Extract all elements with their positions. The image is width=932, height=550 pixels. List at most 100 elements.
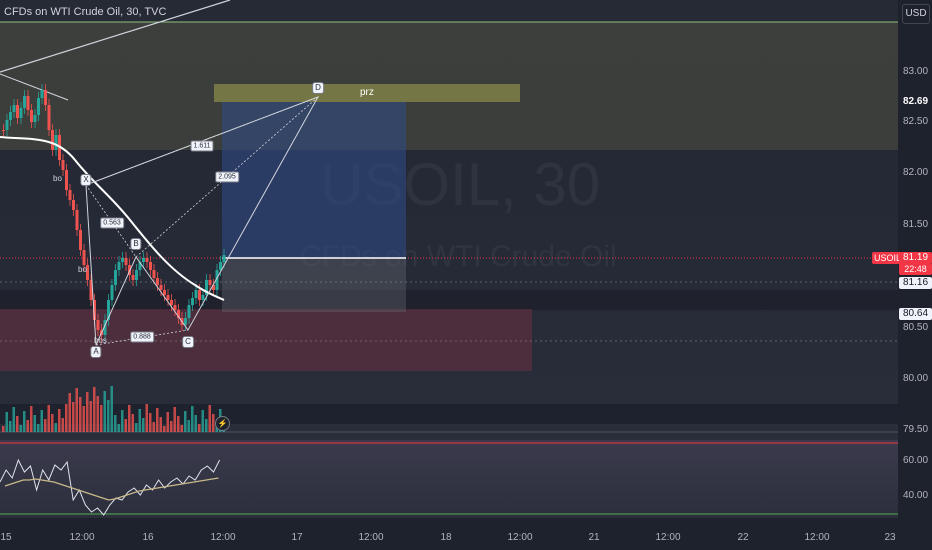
- candle-body: [208, 280, 212, 285]
- chart-drawings[interactable]: [0, 0, 898, 518]
- volume-bar: [47, 405, 50, 432]
- volume-bar: [117, 424, 120, 432]
- time-tick: 12:00: [358, 532, 384, 543]
- volume-bar: [191, 406, 194, 432]
- prz-price-label: 82.69: [899, 96, 932, 108]
- candle-body: [79, 230, 82, 250]
- price-tick: 80.50: [903, 322, 929, 333]
- volume-bar: [51, 414, 54, 432]
- rsi-line: [0, 458, 221, 516]
- volume-bar: [124, 419, 127, 432]
- volume-bar: [173, 407, 176, 432]
- time-tick: 22: [737, 532, 749, 543]
- price-tick: 82.00: [903, 167, 929, 178]
- volume-bar: [187, 420, 190, 432]
- volume-bar: [184, 411, 187, 432]
- candle-body: [142, 258, 145, 262]
- candle-body: [44, 90, 47, 105]
- time-tick: 17: [291, 532, 303, 543]
- candle-body: [131, 275, 135, 280]
- candle-body: [54, 135, 58, 150]
- time-tick: 15: [0, 532, 12, 543]
- chart-title[interactable]: CFDs on WTI Crude Oil, 30, TVC: [4, 6, 166, 18]
- volume-bar: [135, 423, 138, 432]
- volume-bar: [138, 409, 141, 432]
- point-x-label: X: [80, 174, 92, 186]
- annotation-bo-1: bo: [53, 174, 62, 183]
- candle-body: [61, 160, 65, 170]
- candle-body: [12, 105, 16, 112]
- volume-bar: [201, 410, 204, 432]
- point-b-label: B: [130, 238, 142, 250]
- time-tick: 12:00: [507, 532, 533, 543]
- candle-body: [194, 290, 198, 298]
- volume-bar: [82, 406, 85, 432]
- volume-bar: [30, 406, 33, 432]
- volume-bar: [33, 415, 36, 432]
- candle-body: [96, 320, 100, 330]
- candle-body: [19, 108, 23, 118]
- volume-bar: [96, 396, 99, 432]
- point-a-label: A: [90, 346, 102, 358]
- level-label-a: 81.16: [899, 277, 932, 289]
- time-tick: 21: [588, 532, 600, 543]
- volume-bar: [170, 421, 173, 432]
- price-tick: 79.50: [903, 424, 929, 435]
- volume-bar: [114, 415, 117, 432]
- candle-body: [114, 270, 117, 285]
- candle-body: [191, 298, 194, 305]
- ratio-ac: 0.888: [130, 331, 154, 343]
- volume-bar: [103, 391, 106, 432]
- gray-target-box: [222, 258, 406, 312]
- volume-bar: [65, 404, 68, 432]
- candle-body: [173, 305, 177, 310]
- time-tick: 23: [884, 532, 896, 543]
- point-c-label: C: [182, 336, 194, 348]
- candle-body: [222, 255, 226, 262]
- volume-bar: [2, 426, 5, 432]
- volume-bar: [152, 422, 155, 432]
- candle-body: [117, 262, 121, 270]
- time-tick: 18: [440, 532, 452, 543]
- volume-bar: [5, 412, 8, 432]
- volume-bar: [100, 405, 103, 432]
- volume-bar: [61, 418, 64, 432]
- candle-body: [2, 130, 5, 131]
- volume-bar: [23, 411, 26, 432]
- candle-body: [33, 115, 37, 122]
- candle-body: [149, 262, 152, 270]
- level-label-b: 80.64: [899, 308, 932, 320]
- volume-bar: [177, 416, 180, 432]
- countdown-label: 22:48: [899, 263, 932, 275]
- volume-bar: [26, 420, 29, 432]
- volume-bar: [107, 400, 110, 432]
- volume-bar: [163, 426, 166, 432]
- bolt-icon[interactable]: ⚡: [215, 416, 230, 431]
- candle-body: [187, 305, 191, 318]
- prz-label: prz: [360, 87, 374, 98]
- currency-button[interactable]: USD: [902, 4, 930, 24]
- volume-bar: [194, 415, 197, 432]
- price-tick: 83.00: [903, 66, 929, 77]
- volume-bar: [16, 416, 19, 432]
- candle-body: [37, 98, 40, 115]
- annotation-bos: bos: [94, 336, 107, 345]
- ratio-bd: 2.095: [215, 171, 239, 183]
- candle-body: [9, 112, 12, 120]
- volume-bar: [142, 418, 145, 432]
- candle-body: [26, 96, 30, 110]
- candle-body: [75, 210, 79, 230]
- volume-bar: [12, 407, 15, 432]
- candle-body: [219, 262, 222, 270]
- volume-bar: [159, 417, 162, 432]
- volume-bar: [89, 401, 92, 432]
- volume-band: [0, 404, 898, 424]
- volume-bar: [156, 408, 159, 432]
- candle-body: [135, 270, 138, 280]
- time-tick: 12:00: [69, 532, 95, 543]
- time-axis[interactable]: [0, 518, 932, 550]
- volume-bar: [19, 425, 22, 432]
- candle-body: [145, 258, 149, 262]
- time-tick: 12:00: [804, 532, 830, 543]
- candle-body: [152, 270, 156, 278]
